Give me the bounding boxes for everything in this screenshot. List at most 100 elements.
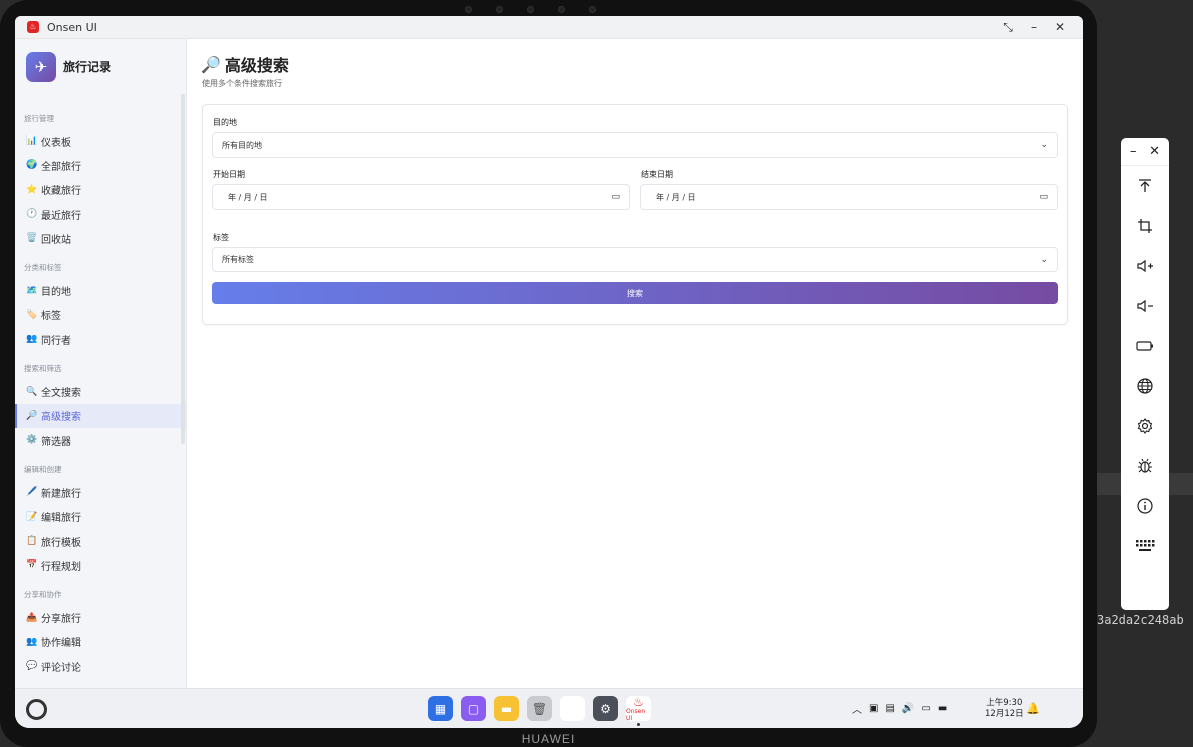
settings-gear-icon[interactable] [1121, 406, 1169, 446]
globe-icon[interactable] [1121, 366, 1169, 406]
info-icon[interactable] [1121, 486, 1169, 526]
sidebar-item-label: 旅行模板 [41, 537, 81, 549]
sidebar-item-icon: 📋 [26, 536, 38, 546]
keyboard-icon[interactable] [1121, 526, 1169, 566]
sidebar-item[interactable]: 📤 分享旅行 [15, 605, 186, 629]
notes-icon[interactable]: ▬ [494, 696, 519, 721]
calendar-icon[interactable]: ▭ [611, 192, 620, 202]
settings-icon[interactable]: ⚙ [593, 696, 618, 721]
sidebar-item-icon: ⭐ [26, 184, 38, 195]
sidebar-item-label: 同行者 [41, 335, 71, 347]
device-frame: HUAWEI ♨ Onsen UI ⤡ – ✕ ✈ 旅行记录 旅行管理 📊 仪表板 🌍… [0, 0, 1097, 747]
end-date-label: 结束日期 [641, 170, 673, 179]
taskbar: ▦ ▢ ▬ 🗑 ✿ ⚙ ♨ Onsen UI ︿ ▣ ▤ 🔊 ▭ ▬ 上午9:3… [15, 688, 1083, 728]
sidebar-item[interactable]: 🏷️ 标签 [15, 303, 186, 327]
start-date-label: 开始日期 [213, 170, 245, 179]
magnifier-icon: 🔎 [201, 54, 221, 74]
gallery-icon[interactable]: ✿ [560, 696, 585, 721]
restore-button[interactable]: ⤡ [995, 16, 1021, 39]
page-subtitle: 使用多个条件搜索旅行 [202, 79, 282, 88]
sidebar-header: ✈ 旅行记录 [15, 39, 186, 94]
clock-date: 12月12日 [985, 709, 1024, 719]
chevron-up-icon[interactable]: ︿ [852, 701, 862, 716]
sidebar-item[interactable]: 🖊️ 新建旅行 [15, 480, 186, 504]
screen: ♨ Onsen UI ⤡ – ✕ ✈ 旅行记录 旅行管理 📊 仪表板 🌍 全部旅行 ⭐ 收藏… [15, 16, 1083, 728]
sidebar-item[interactable]: 🔎 高级搜索 [15, 403, 186, 428]
close-button[interactable]: ✕ [1047, 16, 1073, 39]
trash-icon[interactable]: 🗑 [527, 696, 552, 721]
panel-close-icon[interactable]: ✕ [1149, 144, 1160, 165]
bell-icon[interactable]: 🔔 [1026, 702, 1040, 715]
sidebar-item[interactable]: 📋 旅行模板 [15, 529, 186, 553]
search-button[interactable]: 搜索 [212, 282, 1058, 304]
onsen-app-icon[interactable]: ♨ Onsen UI [626, 696, 651, 726]
sidebar-item-icon: 👥 [26, 334, 38, 345]
sidebar-scrollbar[interactable] [181, 94, 185, 444]
app-grid-icon[interactable]: ▦ [428, 696, 453, 721]
sidebar-item[interactable]: 📅 行程规划 [15, 553, 186, 577]
sidebar-item[interactable]: 📝 编辑旅行 [15, 505, 186, 529]
sidebar-section-header: 分类和标签 [24, 263, 62, 273]
window-title: Onsen UI [47, 20, 97, 34]
start-date-value: 年 / 月 / 日 [228, 192, 268, 202]
sidebar-item-label: 行程规划 [41, 561, 81, 573]
arrow-top-icon[interactable] [1121, 166, 1169, 206]
clipboard-icon[interactable]: ▤ [885, 703, 894, 714]
sidebar-item-icon: ⚙️ [26, 435, 38, 446]
calendar-icon[interactable]: ▭ [1039, 192, 1048, 202]
container-id-label: 3a2da2c248ab [1097, 613, 1184, 627]
sidebar-item[interactable]: 🗺️ 目的地 [15, 278, 186, 302]
sidebar-item[interactable]: 🕐 最近旅行 [15, 202, 186, 226]
multitask-icon[interactable]: ▢ [461, 696, 486, 721]
battery-outline-icon[interactable] [1121, 326, 1169, 366]
floating-tool-panel: – ✕ [1121, 138, 1169, 610]
sidebar-item-label: 评论讨论 [41, 662, 81, 674]
sidebar-item[interactable]: 👥 同行者 [15, 327, 186, 351]
sidebar-item-label: 仪表板 [41, 137, 71, 149]
camera-bar [450, 2, 610, 16]
device-brand: HUAWEI [521, 732, 576, 746]
sidebar-item-icon: 📊 [26, 136, 38, 147]
sidebar-item-icon: 🖊️ [26, 487, 38, 498]
sidebar-item-label: 编辑旅行 [41, 513, 81, 525]
clock[interactable]: 上午9:30 12月12日 [985, 698, 1024, 720]
sidebar-item[interactable]: 💬 评论讨论 [15, 654, 186, 678]
volume-up-icon[interactable] [1121, 246, 1169, 286]
input-method-icon[interactable]: ▣ [869, 703, 878, 714]
sidebar-item[interactable]: 👥 协作编辑 [15, 630, 186, 654]
start-circle-icon[interactable] [26, 699, 47, 720]
volume-down-icon[interactable] [1121, 286, 1169, 326]
destination-value: 所有目的地 [222, 140, 262, 150]
sidebar-item-icon: 🔍 [26, 386, 38, 397]
sidebar-item-label: 新建旅行 [41, 488, 81, 500]
sidebar-item[interactable]: ⚙️ 筛选器 [15, 428, 186, 452]
panel-minimize-icon[interactable]: – [1130, 144, 1137, 165]
sidebar-item-icon: 🗺️ [26, 285, 38, 296]
sidebar-item[interactable]: 🗑️ 回收站 [15, 226, 186, 250]
sidebar-section-header: 旅行管理 [24, 114, 54, 123]
display-icon[interactable]: ▭ [921, 703, 930, 714]
crop-icon[interactable] [1121, 206, 1169, 246]
end-date-input[interactable]: 年 / 月 / 日 ▭ [640, 184, 1058, 210]
volume-icon[interactable]: 🔊 [902, 703, 914, 714]
sidebar-item-label: 目的地 [41, 287, 71, 299]
minimize-button[interactable]: – [1021, 16, 1047, 39]
page-title: 🔎 高级搜索 [201, 52, 289, 76]
clock-time: 上午9:30 [986, 698, 1023, 708]
tags-value: 所有标签 [222, 255, 254, 264]
sidebar-item[interactable]: ⭐ 收藏旅行 [15, 178, 186, 202]
sidebar-item[interactable]: 📊 仪表板 [15, 129, 186, 153]
sidebar-item[interactable]: 🌍 全部旅行 [15, 153, 186, 177]
sidebar-item-label: 全部旅行 [41, 161, 81, 173]
sidebar-item[interactable]: 🔍 全文搜索 [15, 379, 186, 403]
sidebar-item-label: 筛选器 [41, 436, 71, 448]
sidebar-item-icon: 💬 [26, 661, 38, 672]
start-date-input[interactable]: 年 / 月 / 日 ▭ [212, 184, 630, 210]
sidebar-item-label: 协作编辑 [41, 638, 81, 650]
sidebar-item-icon: 🏷️ [26, 309, 38, 320]
battery-icon[interactable]: ▬ [938, 703, 947, 714]
bug-icon[interactable] [1121, 446, 1169, 486]
destination-select[interactable]: 所有目的地 ⌄ [212, 132, 1058, 158]
sidebar-item-icon: 📤 [26, 612, 38, 623]
tags-select[interactable]: 所有标签 ⌄ [212, 247, 1058, 272]
